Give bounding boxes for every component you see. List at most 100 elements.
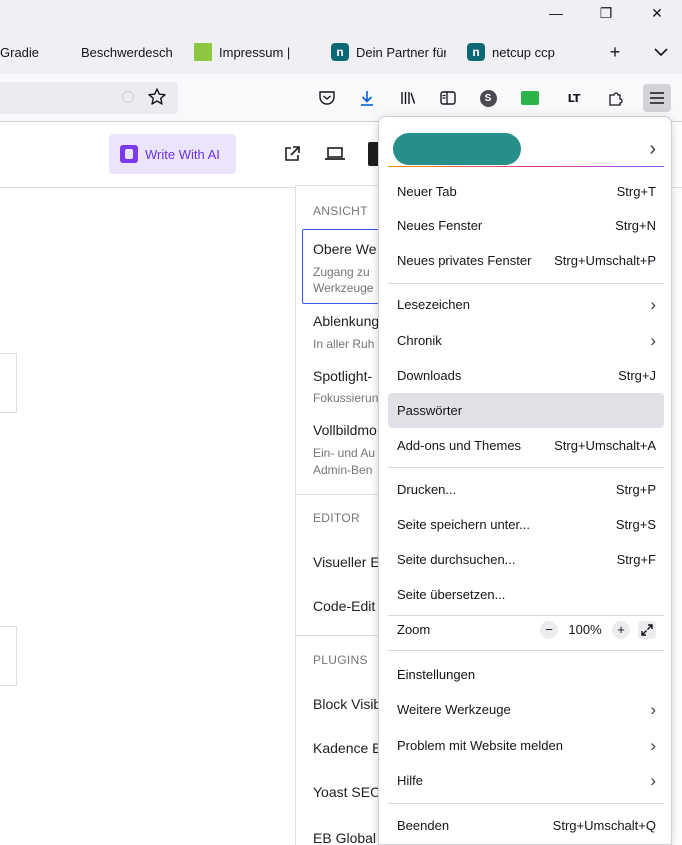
restore-button[interactable]: ❐ — [579, 0, 633, 26]
menu-item-addons[interactable]: Add-ons und Themes Strg+Umschalt+A — [388, 429, 664, 462]
zoom-out-button[interactable]: − — [540, 620, 558, 639]
menu-shortcut: Strg+Umschalt+A — [554, 438, 656, 453]
menu-item-label: Chronik — [397, 333, 442, 348]
menu-item-weitere-werkzeuge[interactable]: Weitere Werkzeuge › — [388, 693, 664, 726]
menu-item-seite-uebersetzen[interactable]: Seite übersetzen... — [388, 578, 664, 611]
option-obere-werkzeugleiste[interactable]: Obere We — [313, 241, 377, 257]
menu-divider — [388, 467, 664, 468]
chevron-right-icon: › — [650, 330, 656, 350]
option-description: Zugang zu — [313, 265, 370, 279]
menu-item-seite-durchsuchen[interactable]: Seite durchsuchen... Strg+F — [388, 543, 664, 576]
laptop-preview-icon[interactable] — [323, 142, 347, 166]
menu-item-label: Neues privates Fenster — [397, 253, 532, 268]
write-with-ai-button[interactable]: Write With AI — [109, 134, 236, 174]
menu-item-label: Drucken... — [397, 482, 457, 497]
url-bar[interactable] — [0, 82, 178, 114]
tab-label: netcup ccp — [492, 44, 555, 60]
green-square-icon — [194, 43, 212, 61]
zoom-controls: − 100% + — [540, 613, 656, 646]
nav-bar: S LT — [0, 74, 682, 122]
option-visueller-editor[interactable]: Visueller E — [313, 554, 380, 570]
netcup-icon: n — [331, 43, 349, 61]
option-description: Admin-Ben — [313, 463, 373, 477]
menu-item-privates-fenster[interactable]: Neues privates Fenster Strg+Umschalt+P — [388, 244, 664, 277]
extension-s-icon[interactable]: S — [476, 86, 500, 110]
content-block — [0, 626, 17, 686]
tab-dein-partner[interactable]: n Dein Partner für — [331, 38, 446, 66]
star-icon[interactable] — [147, 87, 167, 110]
menu-item-downloads[interactable]: Downloads Strg+J — [388, 359, 664, 392]
menu-item-label: Hilfe — [397, 773, 424, 788]
menu-icon[interactable] — [643, 84, 671, 112]
zoom-in-button[interactable]: + — [612, 620, 630, 639]
section-ansicht: ANSICHT — [313, 204, 368, 218]
option-ablenkungsfrei[interactable]: Ablenkung — [313, 313, 379, 329]
tab-label: Gradie — [0, 44, 40, 60]
tab-gradient[interactable]: Gradie — [0, 38, 40, 66]
menu-shortcut: Strg+P — [615, 482, 656, 497]
option-spotlight[interactable]: Spotlight- — [313, 368, 372, 384]
menu-item-label: Beenden — [397, 818, 450, 833]
ai-logo-icon — [120, 145, 138, 163]
tab-beschwerde[interactable]: Beschwerdeschr — [81, 38, 173, 66]
tab-label: Dein Partner für — [356, 44, 446, 60]
menu-shortcut: Strg+J — [618, 368, 656, 383]
menu-item-einstellungen[interactable]: Einstellungen — [388, 658, 664, 691]
open-external-icon[interactable] — [280, 142, 304, 166]
menu-item-label: Seite durchsuchen... — [397, 552, 516, 567]
menu-shortcut: Strg+S — [615, 517, 656, 532]
extensions-icon[interactable] — [604, 86, 628, 110]
sidebar-icon[interactable] — [436, 86, 460, 110]
menu-item-seite-speichern[interactable]: Seite speichern unter... Strg+S — [388, 508, 664, 541]
option-code-editor[interactable]: Code-Edit — [313, 598, 375, 614]
new-tab-button[interactable]: + — [601, 38, 629, 66]
menu-item-label: Seite übersetzen... — [397, 587, 506, 602]
tab-netcup-ccp[interactable]: n netcup ccp — [467, 38, 577, 66]
menu-item-label: Seite speichern unter... — [397, 517, 530, 532]
menu-item-neuer-tab[interactable]: Neuer Tab Strg+T — [388, 175, 664, 208]
tab-strip: — ❐ ✕ Gradie Beschwerdeschr Impressum | … — [0, 0, 682, 74]
reader-dot-icon — [122, 91, 134, 103]
languagetool-icon[interactable]: LT — [562, 86, 586, 110]
option-kadence-blocks[interactable]: Kadence B — [313, 740, 382, 756]
downloads-icon[interactable] — [355, 86, 379, 110]
menu-item-lesezeichen[interactable]: Lesezeichen › — [388, 288, 664, 321]
chevron-right-icon: › — [650, 699, 656, 719]
app-menu: › Neuer Tab Strg+T Neues Fenster Strg+N … — [378, 116, 672, 845]
menu-item-chronik[interactable]: Chronik › — [388, 324, 664, 357]
option-block-visibility[interactable]: Block Visib — [313, 696, 381, 712]
menu-item-label: Problem mit Website melden — [397, 738, 563, 753]
option-eb-global[interactable]: EB Global — [313, 830, 376, 845]
account-row[interactable]: › — [388, 129, 664, 169]
write-with-ai-label: Write With AI — [145, 146, 220, 162]
menu-shortcut: Strg+Umschalt+P — [554, 253, 656, 268]
zoom-level[interactable]: 100% — [566, 622, 604, 637]
menu-item-beenden[interactable]: Beenden Strg+Umschalt+Q — [388, 809, 664, 842]
account-divider — [388, 166, 664, 167]
content-block — [0, 353, 17, 413]
account-name-redacted — [393, 133, 521, 165]
menu-item-hilfe[interactable]: Hilfe › — [388, 764, 664, 797]
option-description: Werkzeuge — [313, 281, 374, 295]
list-all-tabs-button[interactable] — [647, 38, 675, 66]
minimize-button[interactable]: — — [529, 0, 583, 26]
close-window-button[interactable]: ✕ — [630, 0, 682, 26]
menu-item-neues-fenster[interactable]: Neues Fenster Strg+N — [388, 209, 664, 242]
tab-impressum[interactable]: Impressum | — [194, 38, 304, 66]
tab-label: Beschwerdeschr — [81, 44, 173, 60]
menu-item-label: Lesezeichen — [397, 297, 470, 312]
fullscreen-icon[interactable] — [638, 620, 656, 639]
menu-item-problem-melden[interactable]: Problem mit Website melden › — [388, 729, 664, 762]
menu-divider — [388, 283, 664, 284]
menu-item-label: Add-ons und Themes — [397, 438, 522, 453]
menu-item-drucken[interactable]: Drucken... Strg+P — [388, 473, 664, 506]
option-vollbildmodus[interactable]: Vollbildmo — [313, 422, 377, 438]
library-icon[interactable] — [396, 86, 420, 110]
menu-item-passwoerter[interactable]: Passwörter — [388, 393, 664, 428]
menu-item-label: Passwörter — [397, 403, 463, 418]
chevron-right-icon: › — [650, 294, 656, 314]
pocket-icon[interactable] — [315, 86, 339, 110]
extension-green-icon[interactable] — [518, 86, 542, 110]
option-yoast-seo[interactable]: Yoast SEO — [313, 784, 381, 800]
option-description: In aller Ruh — [313, 337, 375, 351]
